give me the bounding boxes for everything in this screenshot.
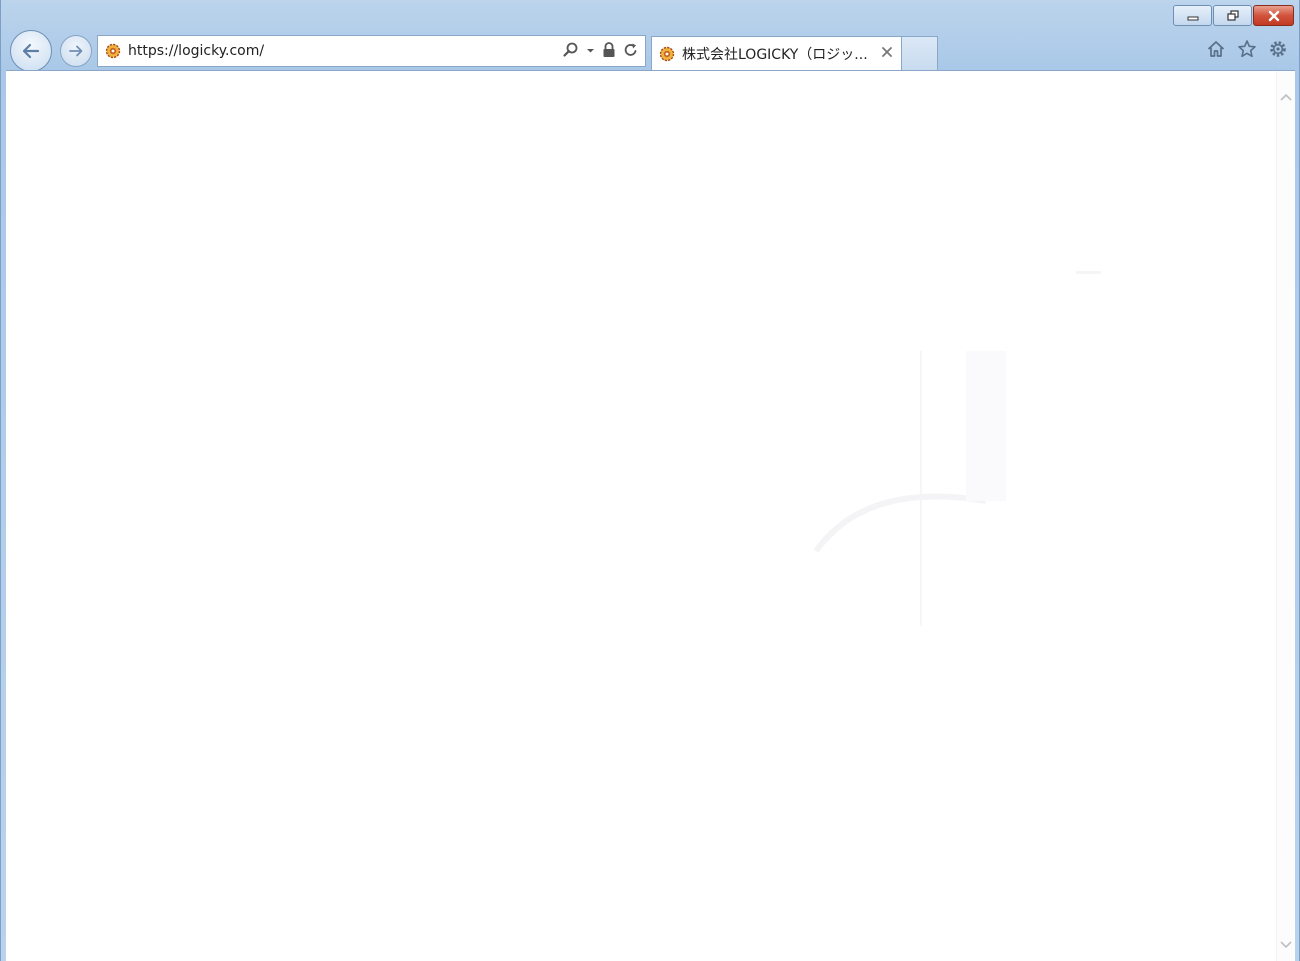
arrow-left-icon	[22, 43, 40, 59]
restore-icon	[1226, 9, 1239, 21]
search-icon[interactable]	[562, 41, 580, 59]
close-icon	[882, 47, 892, 57]
url-input[interactable]	[128, 43, 548, 59]
faint-loading-graphic	[813, 271, 1101, 626]
browser-window: 株式会社LOGICKY（ロジッ...	[0, 0, 1300, 961]
dropdown-icon[interactable]	[586, 41, 595, 59]
window-caption-buttons	[1173, 5, 1294, 26]
refresh-icon[interactable]	[623, 41, 639, 59]
tab-close-button[interactable]	[880, 45, 894, 59]
gear-favicon-icon	[105, 43, 121, 59]
scroll-up-button[interactable]	[1277, 88, 1295, 106]
home-icon	[1207, 41, 1225, 57]
lock-icon[interactable]	[601, 41, 617, 59]
address-bar[interactable]	[97, 35, 646, 67]
chevron-down-icon	[1280, 941, 1292, 949]
home-button[interactable]	[1205, 38, 1227, 60]
browser-toolbar	[1205, 38, 1289, 60]
close-icon	[1268, 10, 1279, 21]
scroll-down-button[interactable]	[1277, 936, 1295, 954]
restore-button[interactable]	[1213, 5, 1252, 26]
arrow-right-icon	[69, 45, 83, 57]
page-content	[6, 70, 1295, 961]
address-bar-tools	[562, 41, 639, 59]
minimize-icon	[1187, 16, 1198, 20]
forward-button[interactable]	[60, 35, 92, 67]
star-icon	[1238, 40, 1256, 58]
gear-favicon-icon	[659, 46, 675, 61]
tab-title: 株式会社LOGICKY（ロジッ...	[682, 46, 868, 63]
favorites-button[interactable]	[1236, 38, 1258, 60]
gear-icon	[1270, 41, 1286, 57]
chevron-up-icon	[1280, 93, 1292, 101]
back-button[interactable]	[10, 30, 52, 72]
tools-button[interactable]	[1267, 38, 1289, 60]
tab-active[interactable]: 株式会社LOGICKY（ロジッ...	[651, 36, 902, 70]
new-tab-button[interactable]	[902, 36, 938, 70]
close-button[interactable]	[1253, 5, 1294, 26]
minimize-button[interactable]	[1173, 5, 1212, 26]
vertical-scrollbar[interactable]	[1276, 71, 1295, 961]
